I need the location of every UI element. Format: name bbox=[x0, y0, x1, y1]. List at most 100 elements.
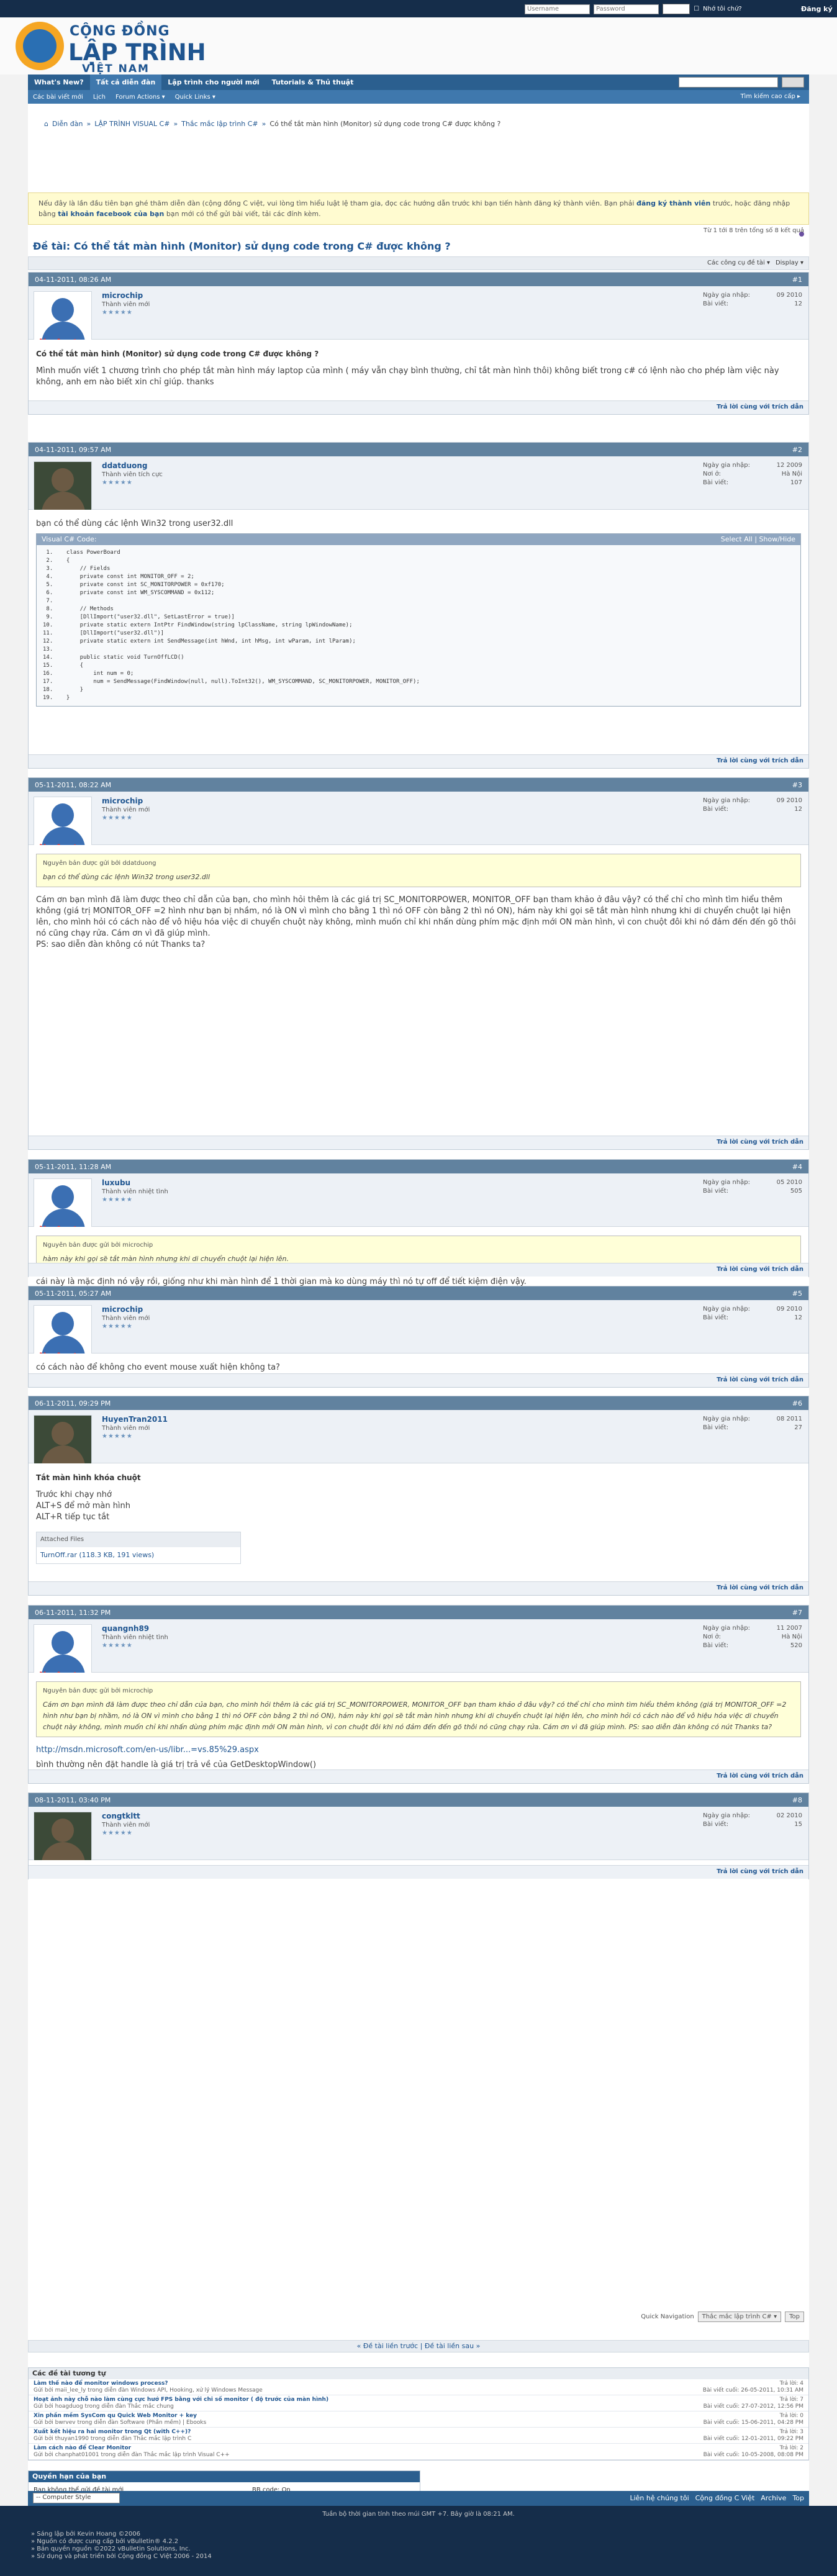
post-number[interactable]: #8 bbox=[792, 1796, 802, 1804]
reply-with-quote-button[interactable]: Trả lời cùng với trích dẫn bbox=[717, 1266, 803, 1273]
username-input[interactable] bbox=[525, 4, 590, 14]
crumb-subforum[interactable]: Thắc mắc lập trình C# bbox=[181, 120, 258, 128]
footer-link-contact[interactable]: Liên hệ chúng tôi bbox=[630, 2494, 689, 2502]
quote-text: Cám ơn bạn mình đã làm được theo chỉ dẫn… bbox=[43, 1701, 787, 1731]
quote-box: Nguyên bản được gửi bởi microchip Cám ơn… bbox=[36, 1681, 801, 1737]
nav-tutorials[interactable]: Tutorials & Thủ thuật bbox=[266, 75, 360, 90]
logo-icon[interactable] bbox=[16, 22, 64, 70]
subnav-calendar[interactable]: Lịch bbox=[88, 94, 111, 101]
subnav-quick-links[interactable]: Quick Links ▾ bbox=[170, 94, 220, 101]
similar-thread-source: Gửi bởi hoagduog trong diễn đàn Thắc mắc… bbox=[34, 2403, 174, 2410]
display-menu[interactable]: Display ▾ bbox=[776, 260, 803, 266]
search-button[interactable] bbox=[782, 77, 804, 88]
subnav-forum-actions[interactable]: Forum Actions ▾ bbox=[111, 94, 170, 101]
advanced-search-link[interactable]: Tìm kiếm cao cấp ▸ bbox=[735, 93, 805, 100]
similar-thread-replies: Trả lời: 4 bbox=[779, 2380, 803, 2387]
post-body: bạn có thể dùng các lệnh Win32 trong use… bbox=[29, 510, 808, 715]
post-time: 11:28 AM bbox=[78, 1162, 112, 1171]
post-number[interactable]: #1 bbox=[792, 276, 802, 284]
reply-with-quote-button[interactable]: Trả lời cùng với trích dẫn bbox=[717, 1376, 803, 1383]
search-input[interactable] bbox=[679, 77, 778, 88]
top-bar: Log in ☐ Nhớ tôi chứ? Đăng ký bbox=[0, 0, 837, 17]
home-icon[interactable]: ⌂ bbox=[44, 120, 48, 128]
post-title: Có thể tắt màn hình (Monitor) sử dụng co… bbox=[36, 350, 319, 358]
post: 06-11-2011, 09:29 PM #6 HuyenTran2011 Th… bbox=[28, 1396, 809, 1596]
credit-line: » Nguồn có được cung cấp bởi vBulletin® … bbox=[31, 2538, 179, 2545]
similar-thread-link[interactable]: Xin phần mềm SysCom qu Quick Web Monitor… bbox=[34, 2413, 197, 2419]
footer-link-archive[interactable]: Archive bbox=[761, 2494, 786, 2502]
username[interactable]: quangnh89 bbox=[102, 1624, 149, 1633]
remember-checkbox[interactable]: ☐ bbox=[694, 6, 699, 12]
username[interactable]: ddatduong bbox=[102, 461, 148, 470]
post-footer: Trả lời cùng với trích dẫn bbox=[29, 1263, 808, 1277]
similar-thread-link[interactable]: Hoạt ảnh này chỗ nào làm cùng cực hướ FP… bbox=[34, 2397, 328, 2403]
nav-all-forums[interactable]: Tất cả diễn đàn bbox=[89, 75, 162, 90]
quote-box: Nguyên bản được gửi bởi ddatduong bạn có… bbox=[36, 854, 801, 887]
similar-thread-link[interactable]: Xuất kết hiệu ra hai monitor trong Qt (w… bbox=[34, 2429, 191, 2435]
post-footer: Trả lời cùng với trích dẫn bbox=[29, 1769, 808, 1783]
reply-with-quote-button[interactable]: Trả lời cùng với trích dẫn bbox=[717, 1584, 803, 1591]
similar-thread-row: Xin phần mềm SysCom qu Quick Web Monitor… bbox=[29, 2411, 808, 2428]
similar-thread-row: Hoạt ảnh này chỗ nào làm cùng cực hướ FP… bbox=[29, 2395, 808, 2411]
reply-with-quote-button[interactable]: Trả lời cùng với trích dẫn bbox=[717, 1139, 803, 1146]
post: 05-11-2011, 11:28 AM #4 No Avatar luxubu… bbox=[28, 1159, 809, 1296]
password-input[interactable] bbox=[594, 4, 659, 14]
post-number[interactable]: #7 bbox=[792, 1609, 802, 1617]
thread-tools-menu[interactable]: Các công cụ đề tài ▾ bbox=[707, 260, 770, 266]
crumb-section[interactable]: LẬP TRÌNH VISUAL C# bbox=[94, 120, 170, 128]
footer-link-top[interactable]: Top bbox=[792, 2494, 804, 2502]
username[interactable]: HuyenTran2011 bbox=[102, 1415, 168, 1424]
post-number[interactable]: #5 bbox=[792, 1290, 802, 1298]
reply-with-quote-button[interactable]: Trả lời cùng với trích dẫn bbox=[717, 1868, 803, 1875]
post-user-panel: No Avatar microchip Thành viên mới ★★★★★… bbox=[29, 1300, 808, 1365]
reply-with-quote-button[interactable]: Trả lời cùng với trích dẫn bbox=[717, 1773, 803, 1779]
post-text: có cách nào để không cho event mouse xuấ… bbox=[36, 1363, 280, 1372]
footer-link-home[interactable]: Cộng đồng C Việt bbox=[695, 2494, 755, 2502]
site-header: CỘNG ĐỒNG LẬP TRÌNH VIỆT NAM bbox=[0, 17, 837, 75]
similar-thread-row: Làm cách nào để Clear Monitor Gửi bởi ch… bbox=[29, 2444, 808, 2460]
reply-with-quote-button[interactable]: Trả lời cùng với trích dẫn bbox=[717, 757, 803, 764]
post-number[interactable]: #6 bbox=[792, 1399, 802, 1408]
code-actions[interactable]: Select All | Show/Hide bbox=[721, 534, 795, 545]
similar-thread-link[interactable]: Làm cách nào để Clear Monitor bbox=[34, 2445, 131, 2451]
post-number[interactable]: #4 bbox=[792, 1163, 802, 1171]
similar-thread-link[interactable]: Làm thế nào để monitor windows process? bbox=[34, 2380, 168, 2387]
quick-nav-forum[interactable]: Thắc mắc lập trình C# ▾ bbox=[697, 2312, 782, 2322]
quote-header: Nguyên bản được gửi bởi microchip bbox=[43, 1688, 153, 1694]
post-user-panel: No Avatar microchip Thành viên mới ★★★★★… bbox=[29, 286, 808, 351]
msdn-link[interactable]: http://msdn.microsoft.com/en-us/libr...=… bbox=[36, 1745, 801, 1756]
post-user-panel: ddatduong Thành viên tích cực ★★★★★ Ngày… bbox=[29, 456, 808, 521]
nav-whats-new[interactable]: What's New? bbox=[28, 75, 90, 90]
username[interactable]: microchip bbox=[102, 797, 143, 805]
register-notice-link[interactable]: đăng ký thành viên bbox=[636, 199, 710, 207]
post-time: 09:57 AM bbox=[78, 445, 112, 454]
facebook-login-link[interactable]: tài khoản facebook của bạn bbox=[58, 210, 164, 218]
crumb-forum[interactable]: Diễn đàn bbox=[52, 120, 83, 128]
post-number[interactable]: #3 bbox=[792, 781, 802, 789]
post-header: 05-11-2011, 11:28 AM #4 bbox=[29, 1160, 808, 1173]
register-link[interactable]: Đăng ký bbox=[801, 5, 833, 13]
prev-next-links[interactable]: « Đề tài liền trước | Đề tài liền sau » bbox=[28, 2340, 809, 2352]
username[interactable]: microchip bbox=[102, 291, 143, 300]
username[interactable]: congtkltt bbox=[102, 1812, 140, 1820]
post-date: 05-11-2011, bbox=[35, 1162, 77, 1171]
reputation-stars: ★★★★★ bbox=[102, 1323, 133, 1330]
top-button[interactable]: Top bbox=[785, 2312, 804, 2322]
username[interactable]: microchip bbox=[102, 1305, 143, 1314]
style-select[interactable]: -- Computer Style bbox=[33, 2493, 120, 2503]
username[interactable]: luxubu bbox=[102, 1178, 130, 1187]
nav-beginners[interactable]: Lập trình cho người mới bbox=[161, 75, 265, 90]
post-text: Mình muốn viết 1 chương trình cho phép t… bbox=[36, 366, 782, 387]
credit-line: » Sử dụng và phát triển bởi Cộng đồng C … bbox=[31, 2553, 212, 2560]
post-date: 08-11-2011, bbox=[35, 1796, 77, 1804]
user-info: Ngày gia nhập: 09 2010 Bài viết: 12 bbox=[703, 292, 802, 307]
post-user-panel: No Avatar luxubu Thành viên nhiệt tình ★… bbox=[29, 1173, 808, 1238]
post-number[interactable]: #2 bbox=[792, 446, 802, 454]
reply-with-quote-button[interactable]: Trả lời cùng với trích dẫn bbox=[717, 404, 803, 410]
subnav-new-posts[interactable]: Các bài viết mới bbox=[28, 94, 88, 101]
attachment-link[interactable]: TurnOff.rar (118.3 KB, 191 views) bbox=[37, 1547, 240, 1563]
post-time: 11:32 PM bbox=[78, 1608, 111, 1617]
post-footer: Trả lời cùng với trích dẫn bbox=[29, 1373, 808, 1387]
login-button[interactable]: Log in bbox=[663, 4, 690, 14]
main-nav: What's New? Tất cả diễn đàn Lập trình ch… bbox=[28, 75, 809, 90]
